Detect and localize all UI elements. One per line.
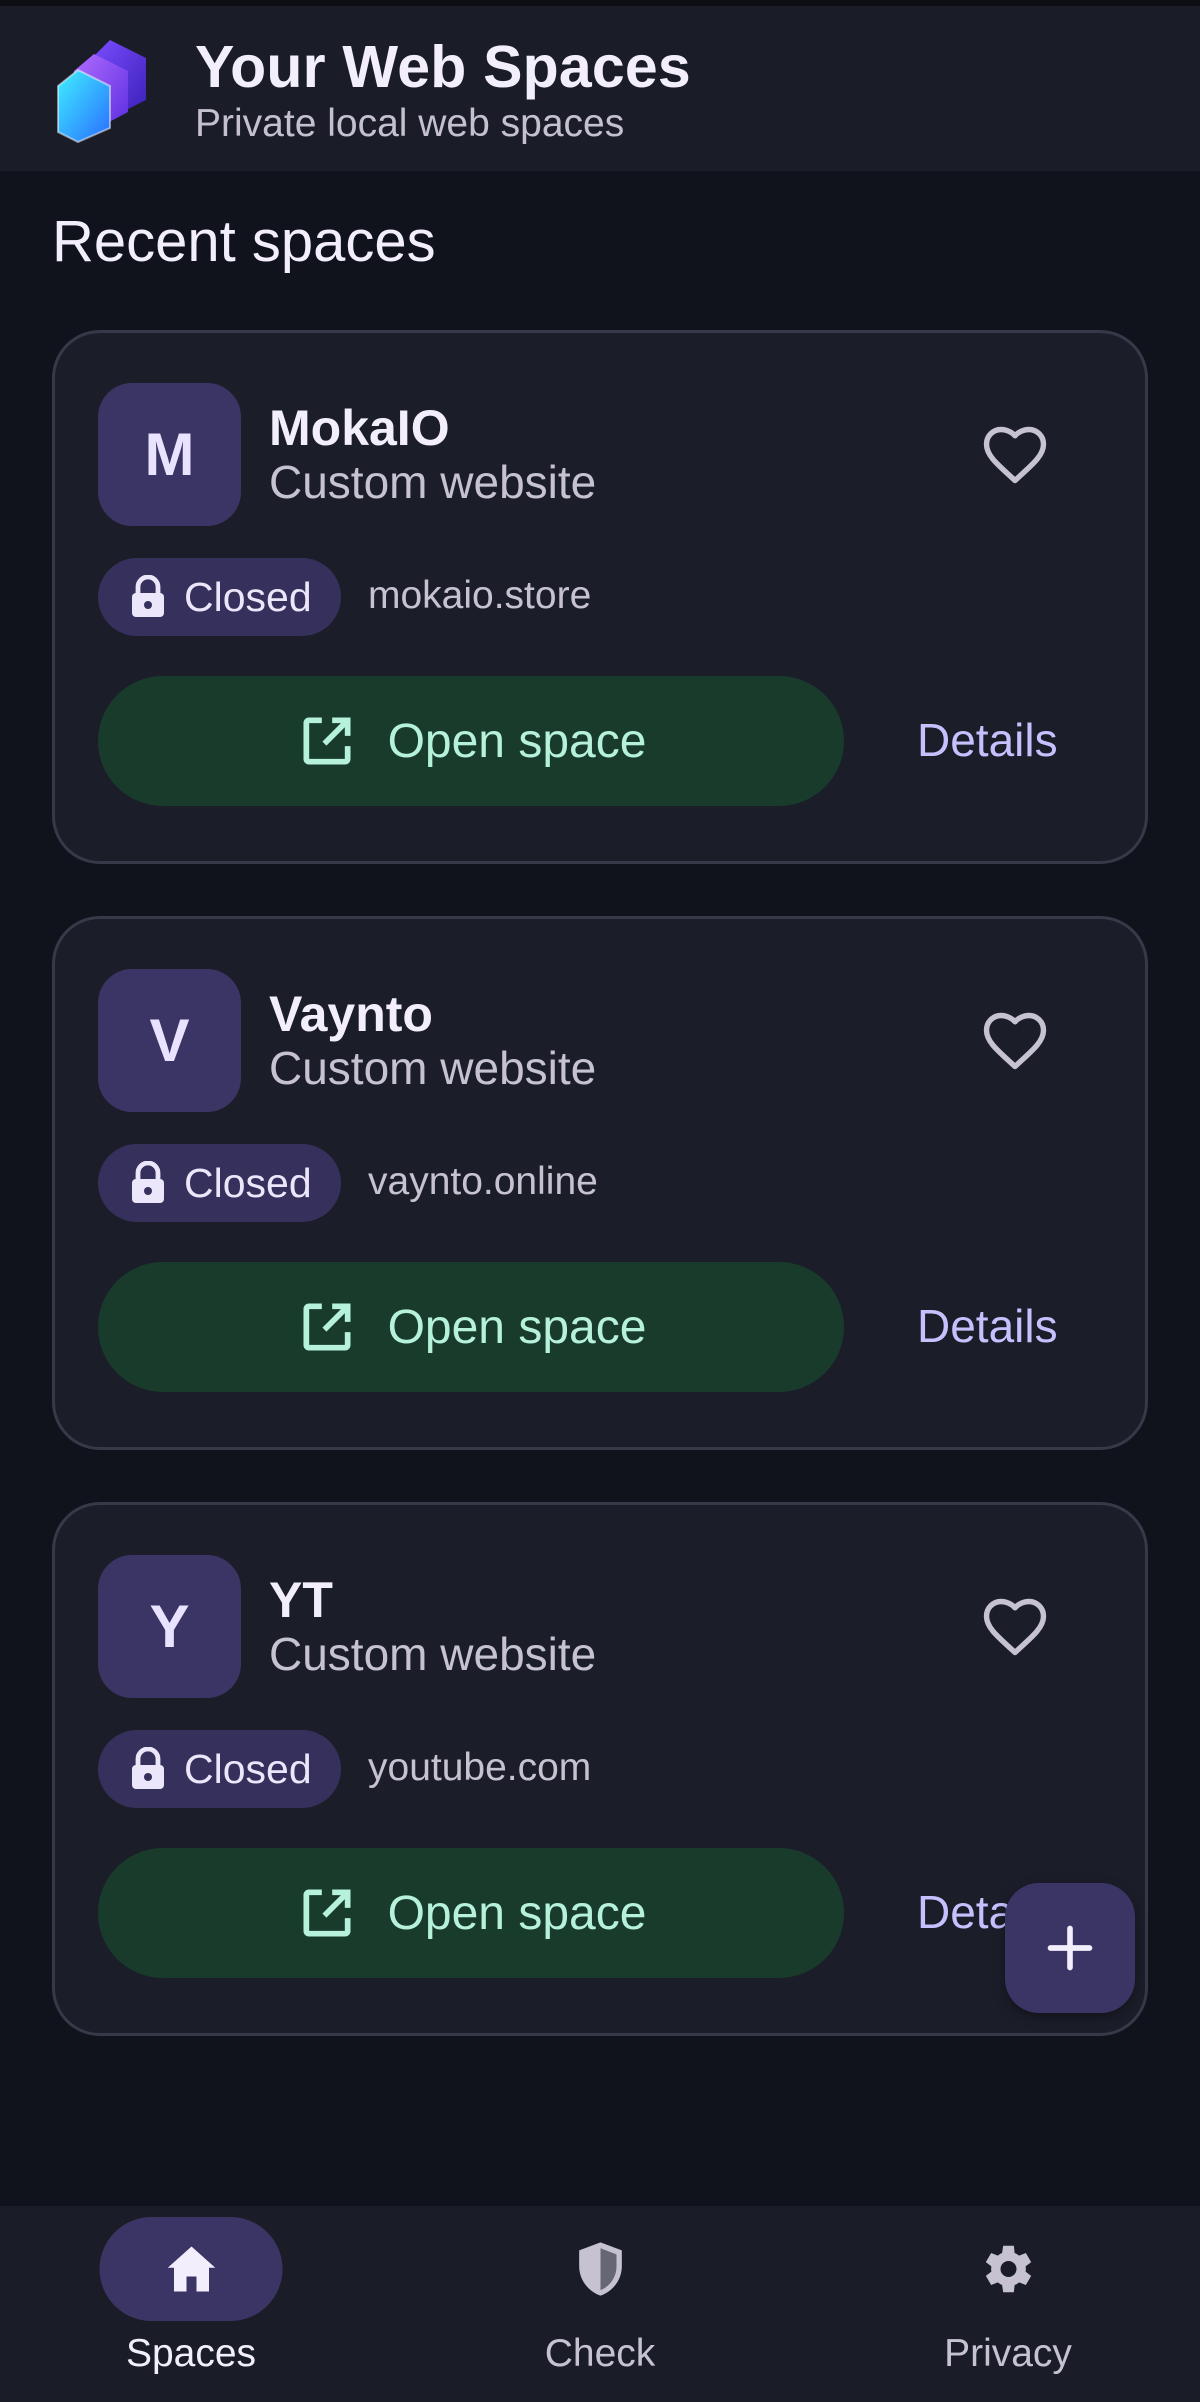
space-card: M MokaIO Custom website Closed mokaio.st… [52, 330, 1148, 864]
nav-active-indicator [99, 2217, 283, 2321]
space-name: MokaIO [269, 400, 450, 456]
status-badge: Closed [98, 1730, 341, 1808]
space-domain: youtube.com [368, 1746, 592, 1789]
status-label: Closed [184, 1159, 312, 1206]
shield-icon [578, 2242, 622, 2296]
app-title: Your Web Spaces [195, 34, 691, 100]
lock-icon [132, 575, 164, 617]
space-avatar: M [98, 383, 241, 526]
nav-item-check[interactable]: Check [450, 2206, 750, 2402]
add-space-button[interactable] [1005, 1883, 1135, 2013]
header-text: Your Web Spaces Private local web spaces [195, 32, 691, 146]
open-space-button[interactable]: Open space [98, 676, 844, 806]
nav-item-spaces[interactable]: Spaces [41, 2206, 341, 2402]
favorite-button[interactable] [975, 1001, 1055, 1081]
space-domain: vaynto.online [368, 1160, 598, 1203]
app-header: Your Web Spaces Private local web spaces [0, 6, 1200, 171]
section-title: Recent spaces [52, 209, 436, 274]
details-button[interactable]: Details [917, 713, 1058, 767]
lock-icon [132, 1161, 164, 1203]
details-button[interactable]: Details [917, 1299, 1058, 1353]
space-card: Y YT Custom website Closed youtube.com O… [52, 1502, 1148, 2036]
open-space-label: Open space [387, 714, 647, 768]
bottom-navigation: Spaces Check Privacy [0, 2206, 1200, 2402]
status-label: Closed [184, 1745, 312, 1792]
favorite-button[interactable] [975, 1587, 1055, 1667]
nav-icon-wrap [917, 2217, 1100, 2321]
favorite-button[interactable] [975, 415, 1055, 495]
space-card: V Vaynto Custom website Closed vaynto.on… [52, 916, 1148, 1450]
open-external-icon [303, 1889, 351, 1937]
nav-label-spaces: Spaces [125, 2332, 257, 2375]
gear-icon [985, 2245, 1031, 2293]
space-name: Vaynto [269, 986, 433, 1042]
open-space-label: Open space [387, 1886, 647, 1940]
heart-icon [983, 1598, 1047, 1656]
plus-icon [1047, 1925, 1093, 1971]
nav-label-privacy: Privacy [944, 2332, 1072, 2375]
open-external-icon [303, 1303, 351, 1351]
stacked-cubes-logo-icon [52, 36, 160, 144]
space-type: Custom website [269, 456, 597, 508]
space-type: Custom website [269, 1628, 597, 1680]
status-badge: Closed [98, 1144, 341, 1222]
open-external-icon [303, 717, 351, 765]
heart-icon [983, 1012, 1047, 1070]
space-type: Custom website [269, 1042, 597, 1094]
open-space-button[interactable]: Open space [98, 1262, 844, 1392]
status-label: Closed [184, 573, 312, 620]
open-space-button[interactable]: Open space [98, 1848, 844, 1978]
space-name: YT [269, 1572, 333, 1628]
nav-item-privacy[interactable]: Privacy [858, 2206, 1158, 2402]
space-avatar: V [98, 969, 241, 1112]
heart-icon [983, 426, 1047, 484]
space-domain: mokaio.store [368, 574, 592, 617]
home-icon [167, 2246, 215, 2292]
lock-icon [132, 1747, 164, 1789]
nav-label-check: Check [544, 2332, 656, 2375]
space-avatar: Y [98, 1555, 241, 1698]
app-subtitle: Private local web spaces [195, 101, 625, 145]
open-space-label: Open space [387, 1300, 647, 1354]
status-badge: Closed [98, 558, 341, 636]
nav-icon-wrap [509, 2217, 692, 2321]
